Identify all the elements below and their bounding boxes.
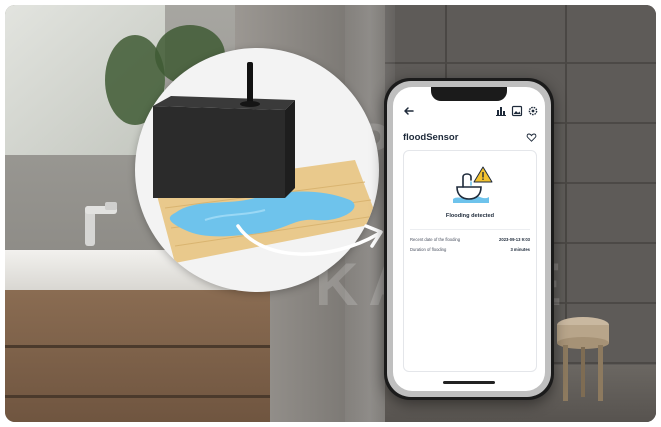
wooden-stool (557, 317, 609, 401)
status-card: Flooding detected Recent date of the flo… (403, 150, 537, 372)
detail-value: 2023-09-13 9:03 (499, 237, 530, 242)
gear-icon[interactable] (527, 105, 539, 117)
detail-value: 3 minutes (510, 247, 530, 252)
cabinet-seam-2 (5, 395, 270, 398)
scene-frame: SPEC KABLE (5, 5, 656, 422)
vanity-cabinet (5, 290, 270, 422)
card-divider (410, 229, 530, 230)
status-label: Flooding detected (445, 213, 495, 219)
app-screen: floodSensor Flooding detected Recent dat… (393, 87, 545, 391)
image-icon[interactable] (511, 105, 523, 117)
phone-notch (431, 87, 507, 101)
flood-sensor-scene (153, 62, 379, 263)
arrow-left-icon[interactable] (403, 105, 415, 117)
app-toolbar (393, 103, 545, 119)
detail-label: Recent date of the flooding (410, 237, 461, 242)
page-title: floodSensor (403, 132, 459, 143)
home-indicator[interactable] (443, 381, 495, 384)
detail-label: Duration of flooding (410, 247, 447, 252)
flood-sink-warning-icon (453, 166, 493, 203)
heart-icon[interactable] (526, 132, 537, 143)
smartphone: floodSensor Flooding detected Recent dat… (384, 78, 554, 400)
sensor-illustration (135, 48, 379, 292)
faucet-icon (85, 202, 117, 246)
bar-chart-icon[interactable] (495, 105, 507, 117)
cabinet-seam (5, 345, 270, 348)
